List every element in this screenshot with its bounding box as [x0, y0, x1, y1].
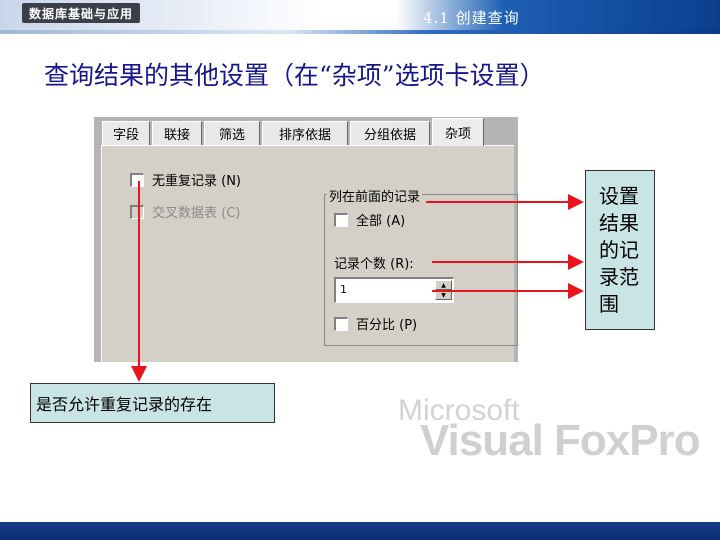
footer-band	[0, 522, 720, 540]
callout-arrows	[131, 181, 584, 382]
